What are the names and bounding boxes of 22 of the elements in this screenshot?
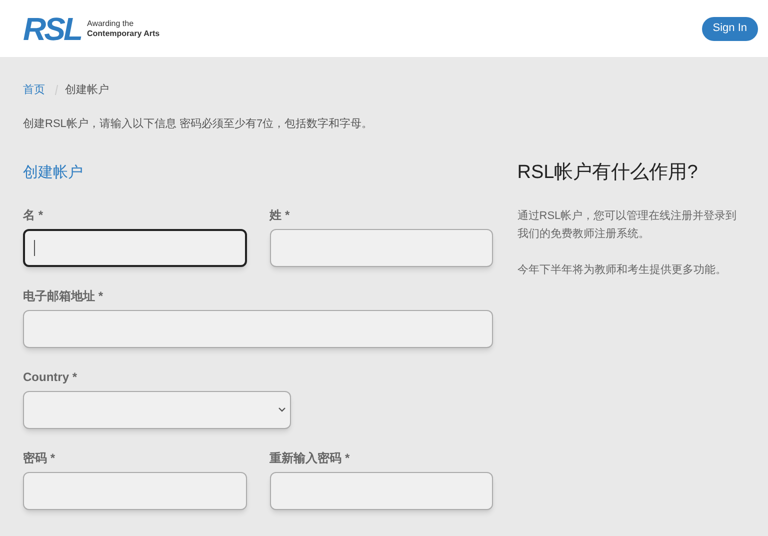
country-select[interactable] [23, 390, 291, 428]
form-title: 创建帐户 [23, 162, 84, 182]
input-field[interactable] [23, 310, 494, 348]
field-label: 重新输入密码 * [270, 450, 350, 466]
field-label: 名 * [23, 206, 44, 224]
intro-text: 创建RSL帐户，请输入以下信息 密码必须至少有7位，包括数字和字母。 [23, 116, 374, 132]
field-label: Country * [23, 368, 77, 386]
sign-in-button[interactable]: Sign In [702, 16, 758, 40]
input-field[interactable] [23, 472, 247, 510]
aside-paragraph: 通过RSL帐户，您可以管理在线注册并登录到我们的免费教师注册系统。 [517, 208, 738, 242]
input-field[interactable] [23, 228, 247, 266]
text-cursor [34, 240, 35, 256]
aside-title: RSL帐户有什么作用? [517, 160, 699, 184]
input-field[interactable] [270, 228, 494, 266]
aside-paragraph: 今年下半年将为教师和考生提供更多功能。 [517, 262, 728, 278]
field-label: 电子邮箱地址 * [23, 288, 104, 304]
field-label: 密码 * [23, 450, 56, 466]
breadcrumb-link[interactable]: 首页 [23, 82, 45, 98]
breadcrumb-current: 创建帐户 [65, 82, 109, 98]
chevron-down-icon [278, 406, 286, 412]
input-field[interactable] [270, 472, 494, 510]
field-label: 姓 * [270, 206, 290, 224]
